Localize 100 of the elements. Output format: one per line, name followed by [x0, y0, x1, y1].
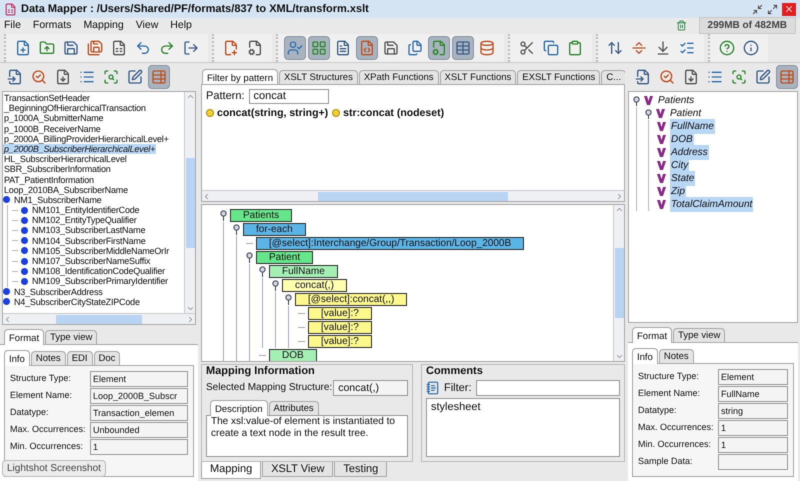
mapping-node[interactable]: FullName	[269, 264, 338, 278]
toolbar-button[interactable]	[428, 36, 450, 60]
expand-toggle-icon[interactable]	[645, 108, 652, 118]
tree-item[interactable]: State	[670, 171, 696, 186]
tree-item[interactable]: Address	[670, 145, 709, 160]
tab[interactable]: Doc	[94, 351, 120, 365]
tree-item[interactable]: NM104_SubscriberFirstName	[31, 236, 147, 246]
text-field[interactable]: concat(,)	[333, 380, 408, 396]
text-field[interactable]: 1	[718, 420, 788, 436]
tree-item[interactable]: NM102_EntityTypeQualifier	[31, 215, 138, 226]
text-field[interactable]: string	[718, 403, 788, 419]
notebook-icon[interactable]	[426, 380, 440, 395]
trash-icon[interactable]	[676, 20, 687, 31]
tree-item[interactable]: NM105_SubscriberMiddleNameOrIr	[31, 246, 170, 256]
tab[interactable]: Format	[4, 329, 44, 345]
tab[interactable]: Attributes	[268, 400, 319, 414]
mapping-node[interactable]: Patient	[256, 250, 314, 264]
tab[interactable]: Description	[210, 400, 268, 416]
mapping-node[interactable]: [value]:?	[308, 306, 372, 320]
tree-item[interactable]: NM1_SubscriberName	[13, 194, 102, 206]
memory-indicator[interactable]: 299MB of 482MB	[698, 17, 796, 34]
mapping-node[interactable]: for-each	[243, 222, 306, 236]
tab[interactable]: Type view	[45, 330, 98, 344]
toolbar-button[interactable]	[776, 65, 798, 89]
tree-item[interactable]: Loop_2010BA_SubscriberName	[3, 184, 129, 195]
tab[interactable]: Filter by pattern	[202, 69, 278, 84]
tab[interactable]: Notes	[30, 351, 66, 365]
tree-item[interactable]: NM101_EntityIdentifierCode	[31, 205, 140, 216]
tree-item[interactable]: NM107_SubscriberNameSuffix	[31, 256, 152, 266]
text-field[interactable]: 1	[718, 437, 788, 453]
expand-toggle-icon[interactable]	[259, 266, 266, 276]
tab[interactable]: XPath Functions	[358, 70, 439, 84]
tree-item[interactable]: TotalClaimAmount	[670, 197, 754, 212]
text-field[interactable]: Transaction_elemen	[90, 405, 188, 421]
menu-item[interactable]: Mapping	[83, 18, 124, 34]
expand-toggle-icon[interactable]	[633, 96, 640, 106]
toolbar-button[interactable]	[308, 36, 330, 60]
vertical-scrollbar[interactable]	[613, 205, 624, 361]
tab[interactable]: Mapping	[201, 462, 262, 479]
tab[interactable]: Type view	[673, 328, 726, 342]
menu-item[interactable]: Formats	[32, 18, 72, 34]
tree-item[interactable]: N3_SubscriberAddress	[13, 286, 104, 297]
tree-item[interactable]: p_1000A_SubmitterName	[3, 113, 104, 124]
vertical-scrollbar[interactable]	[184, 92, 195, 313]
expand-toggle-icon[interactable]	[272, 280, 279, 290]
toolbar-button[interactable]	[284, 36, 306, 60]
tree-item[interactable]: TransactionSetHeader	[3, 93, 91, 104]
tree-item[interactable]: PAT_PatientInformation	[3, 174, 95, 185]
expand-toggle-icon[interactable]	[246, 252, 253, 262]
pattern-field[interactable]: concat	[248, 88, 329, 104]
text-field[interactable]	[718, 454, 788, 470]
mapping-node[interactable]: [value]:?	[308, 334, 372, 348]
mapping-node[interactable]: [@select]:concat(,,)	[295, 292, 408, 306]
text-field[interactable]: Element	[90, 371, 188, 387]
tree-item[interactable]: NM103_SubscriberLastName	[31, 225, 146, 236]
tab[interactable]: Info	[4, 350, 30, 366]
mapping-node[interactable]: [@select]:Interchange/Group/Transaction/Loop_2000B	[256, 236, 524, 250]
mapping-node[interactable]: [value]:?	[308, 320, 372, 334]
menu-item[interactable]: Help	[170, 18, 192, 34]
toolbar-button[interactable]	[148, 65, 170, 89]
tree-item[interactable]: FullName	[670, 119, 715, 134]
text-field[interactable]: FullName	[718, 386, 788, 402]
tree-item[interactable]: p_2000A_BillingProviderHierarchicalLevel+	[3, 134, 170, 144]
tree-item[interactable]: NM108_IdentificationCodeQualifier	[31, 266, 166, 276]
horizontal-scrollbar[interactable]	[3, 313, 195, 324]
tree-item[interactable]: Patient	[669, 106, 702, 121]
tab[interactable]: Format	[632, 327, 672, 343]
function-item[interactable]: concat(string, string+)	[217, 106, 328, 122]
tree-item[interactable]: Patients	[657, 93, 696, 108]
tab[interactable]: EXSLT Functions	[517, 70, 600, 84]
tab[interactable]: Testing	[334, 462, 388, 477]
expand-toggle-icon[interactable]	[220, 210, 227, 220]
function-item[interactable]: str:concat (nodeset)	[343, 106, 444, 122]
horizontal-scrollbar[interactable]	[202, 190, 624, 201]
mapping-node[interactable]: concat(,)	[282, 278, 347, 292]
expand-toggle-icon[interactable]	[233, 224, 240, 234]
mapping-node[interactable]: DOB	[269, 348, 317, 361]
maximize-icon[interactable]	[767, 4, 778, 14]
tab[interactable]: EDI	[66, 351, 93, 365]
close-button[interactable]	[782, 2, 796, 16]
tree-item[interactable]: SBR_SubscriberInformation	[3, 164, 112, 175]
text-field[interactable]: Loop_2000B_Subscr	[90, 388, 188, 404]
tab[interactable]: C...	[601, 70, 625, 84]
toolbar-button[interactable]	[452, 36, 474, 60]
restore-icon[interactable]	[752, 4, 763, 14]
tree-item[interactable]: HL_SubscriberHierarchicalLevel	[3, 154, 128, 164]
text-field[interactable]: Element	[718, 369, 788, 385]
tree-item[interactable]: _BeginningOfHierarchicalTransaction	[3, 103, 147, 114]
tab[interactable]: XSLT Structures	[279, 70, 358, 84]
tree-item[interactable]: p_2000B_SubscriberHierarchicalLevel+	[3, 144, 156, 154]
tree-item[interactable]: p_1000B_ReceiverName	[3, 124, 102, 134]
tree-item[interactable]: N4_SubscriberCityStateZIPCode	[13, 296, 141, 307]
expand-toggle-icon[interactable]	[285, 294, 292, 304]
mapping-node[interactable]: Patients	[230, 208, 292, 222]
tab[interactable]: XSLT Functions	[440, 70, 516, 84]
text-field[interactable]: Unbounded	[90, 422, 188, 438]
tab[interactable]: XSLT View	[262, 462, 334, 477]
menu-item[interactable]: File	[4, 18, 21, 34]
filter-field[interactable]	[476, 380, 620, 396]
menu-item[interactable]: View	[136, 18, 158, 34]
